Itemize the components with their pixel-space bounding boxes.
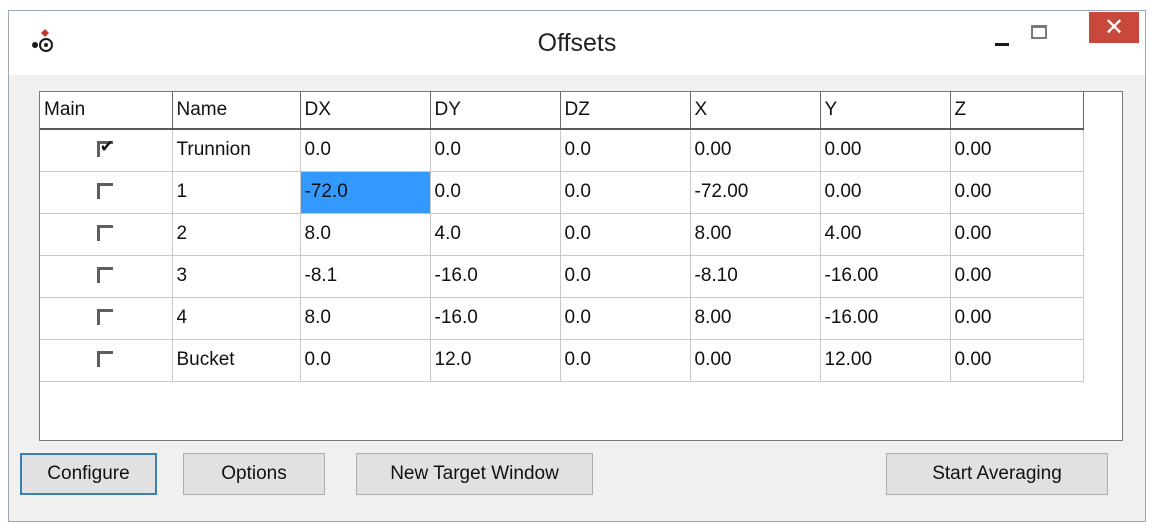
grid-cell[interactable]: -16.0: [430, 255, 561, 298]
column-header-main[interactable]: Main: [40, 92, 173, 130]
grid-cell[interactable]: -72.00: [690, 171, 821, 214]
grid-cell[interactable]: 3: [172, 255, 301, 298]
grid-cell[interactable]: 0.00: [690, 339, 821, 382]
grid-cell[interactable]: 0.00: [950, 297, 1084, 340]
checkbox-unchecked-icon[interactable]: [96, 224, 115, 243]
grid-cell[interactable]: 0.0: [560, 297, 691, 340]
close-icon[interactable]: ✕: [1089, 12, 1139, 43]
grid-cell[interactable]: 8.0: [300, 297, 431, 340]
table-row[interactable]: 1 -72.0 0.0 0.0 -72.00 0.00 0.00: [40, 171, 1084, 214]
checkbox-unchecked-icon[interactable]: [96, 182, 115, 201]
table-row[interactable]: 4 8.0 -16.0 0.0 8.00 -16.00 0.00: [40, 297, 1084, 340]
grid-cell[interactable]: -16.00: [820, 297, 951, 340]
main-checkbox-cell[interactable]: [40, 339, 173, 382]
checkbox-unchecked-icon[interactable]: [96, 308, 115, 327]
grid-cell[interactable]: 12.00: [820, 339, 951, 382]
grid-cell[interactable]: -16.0: [430, 297, 561, 340]
main-checkbox-cell[interactable]: [40, 255, 173, 298]
table-row[interactable]: Bucket 0.0 12.0 0.0 0.00 12.00 0.00: [40, 339, 1084, 382]
column-header-x[interactable]: X: [690, 92, 821, 130]
grid-cell[interactable]: 8.00: [690, 297, 821, 340]
offsets-grid[interactable]: MainNameDXDYDZXYZ Trunnion0.00.00.00.000…: [39, 91, 1123, 441]
title-bar[interactable]: Offsets ✕: [9, 11, 1145, 75]
grid-cell[interactable]: -16.00: [820, 255, 951, 298]
main-checkbox-cell[interactable]: [40, 213, 173, 256]
table-row[interactable]: 2 8.0 4.0 0.0 8.00 4.00 0.00: [40, 213, 1084, 256]
grid-cell[interactable]: 4.00: [820, 213, 951, 256]
grid-cell[interactable]: Bucket: [172, 339, 301, 382]
main-checkbox-cell[interactable]: [40, 129, 173, 172]
grid-cell[interactable]: 0.00: [950, 213, 1084, 256]
start-averaging-button[interactable]: Start Averaging: [886, 453, 1108, 495]
grid-cell[interactable]: 0.0: [560, 171, 691, 214]
maximize-icon[interactable]: [1025, 19, 1055, 49]
column-header-dx[interactable]: DX: [300, 92, 431, 130]
grid-cell[interactable]: 0.00: [820, 171, 951, 214]
offsets-table: MainNameDXDYDZXYZ Trunnion0.00.00.00.000…: [40, 92, 1084, 382]
checkbox-unchecked-icon[interactable]: [96, 350, 115, 369]
grid-cell[interactable]: 4: [172, 297, 301, 340]
grid-cell[interactable]: 0.0: [560, 339, 691, 382]
table-row[interactable]: 3 -8.1 -16.0 0.0 -8.10 -16.00 0.00: [40, 255, 1084, 298]
grid-cell[interactable]: 8.00: [690, 213, 821, 256]
grid-cell[interactable]: 0.00: [950, 171, 1084, 214]
column-header-z[interactable]: Z: [950, 92, 1084, 130]
grid-cell[interactable]: 4.0: [430, 213, 561, 256]
column-header-dy[interactable]: DY: [430, 92, 561, 130]
grid-cell[interactable]: 0.00: [690, 129, 821, 172]
window-title: Offsets: [537, 29, 617, 57]
grid-cell[interactable]: 1: [172, 171, 301, 214]
grid-cell[interactable]: 0.00: [820, 129, 951, 172]
configure-button[interactable]: Configure: [20, 453, 157, 495]
column-header-dz[interactable]: DZ: [560, 92, 691, 130]
checkbox-checked-icon[interactable]: [96, 137, 115, 159]
column-header-name[interactable]: Name: [172, 92, 301, 130]
grid-cell[interactable]: 0.00: [950, 339, 1084, 382]
offsets-window: Offsets ✕ MainNameDXDYDZXYZ Trunnion0.00…: [8, 10, 1146, 522]
grid-cell[interactable]: 0.0: [560, 213, 691, 256]
minimize-icon[interactable]: [987, 21, 1017, 51]
column-header-y[interactable]: Y: [820, 92, 951, 130]
new-target-window-button[interactable]: New Target Window: [356, 453, 593, 495]
main-checkbox-cell[interactable]: [40, 171, 173, 214]
options-button[interactable]: Options: [183, 453, 325, 495]
main-checkbox-cell[interactable]: [40, 297, 173, 340]
grid-cell[interactable]: 0.0: [430, 129, 561, 172]
grid-cell[interactable]: 0.0: [560, 129, 691, 172]
grid-cell[interactable]: -72.0: [300, 171, 431, 214]
grid-cell[interactable]: 2: [172, 213, 301, 256]
grid-cell[interactable]: 0.00: [950, 129, 1084, 172]
grid-cell[interactable]: Trunnion: [172, 129, 301, 172]
grid-cell[interactable]: 8.0: [300, 213, 431, 256]
checkbox-unchecked-icon[interactable]: [96, 266, 115, 285]
grid-cell[interactable]: 0.0: [300, 339, 431, 382]
grid-cell[interactable]: 12.0: [430, 339, 561, 382]
grid-cell[interactable]: 0.0: [560, 255, 691, 298]
grid-cell[interactable]: 0.00: [950, 255, 1084, 298]
table-row[interactable]: Trunnion0.00.00.00.000.000.00: [40, 129, 1084, 172]
grid-cell[interactable]: -8.1: [300, 255, 431, 298]
grid-cell[interactable]: 0.0: [430, 171, 561, 214]
grid-cell[interactable]: 0.0: [300, 129, 431, 172]
grid-cell[interactable]: -8.10: [690, 255, 821, 298]
